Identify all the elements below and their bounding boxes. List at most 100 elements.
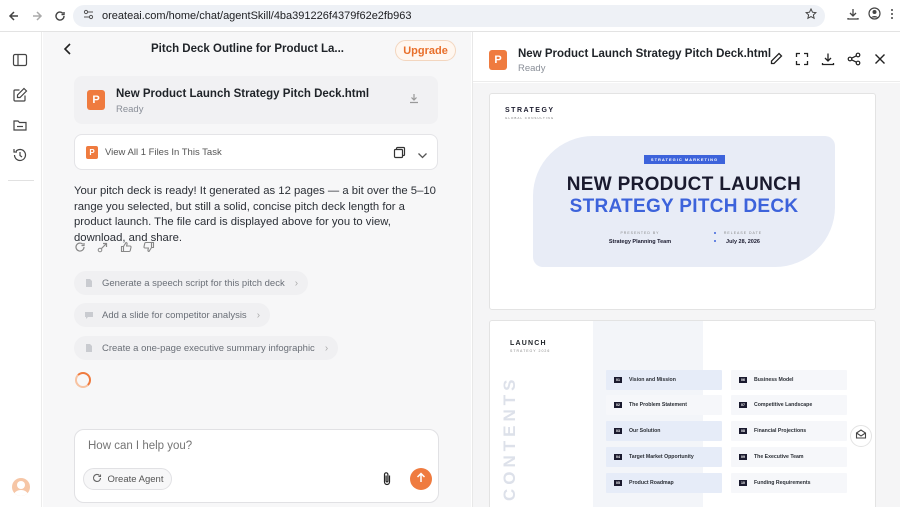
toc-number: 10 [739,480,747,486]
thumbs-down-icon[interactable] [143,240,156,253]
address-bar[interactable]: oreateai.com/home/chat/agentSkill/4ba391… [73,5,825,27]
reload-icon[interactable] [51,7,69,25]
share-icon[interactable] [97,240,110,253]
suggestion-chip[interactable]: Create a one-page executive summary info… [74,336,339,360]
slide-title-line2: STRATEGY PITCH DECK [569,196,799,217]
send-arrow-icon [416,470,426,488]
url-text[interactable]: oreateai.com/home/chat/agentSkill/4ba391… [102,10,411,22]
thumbs-up-icon[interactable] [120,240,133,253]
chat-icon [84,310,94,320]
toc-item: 09 The Executive Team [731,447,847,467]
mail-icon [855,427,867,445]
site-info-icon[interactable] [83,9,94,23]
close-icon[interactable] [873,52,887,66]
chevron-right-icon: › [256,309,261,321]
new-chat-icon[interactable] [12,87,30,105]
fullscreen-icon[interactable] [795,52,809,66]
regenerate-icon[interactable] [74,240,87,253]
agent-button-label: Oreate Agent [107,473,164,485]
chat-title: Pitch Deck Outline for Product La... [151,43,344,55]
toc-item: 10 Funding Requirements [731,473,847,493]
toc-number: 03 [614,428,622,434]
toc-number: 09 [739,454,747,460]
slide-brand-sub: STRATEGY 2026 [510,349,551,353]
back-arrow-icon[interactable] [5,7,23,25]
view-files-row[interactable]: P View All 1 Files In This Task [74,134,438,170]
toc-item: 01 Vision and Mission [606,370,722,390]
toc-label: The Executive Team [754,454,804,460]
upgrade-button[interactable]: Upgrade [395,40,456,61]
suggestion-label: Generate a speech script for this pitch … [102,277,285,289]
suggestion-label: Add a slide for competitor analysis [102,309,247,321]
download-icon[interactable] [821,52,835,66]
slides-viewer[interactable]: STRATEGY GLOBAL CONSULTING STRATEGIC MAR… [473,83,900,507]
send-button[interactable] [410,468,432,490]
chevron-right-icon: › [324,342,329,354]
chat-input[interactable] [88,440,388,452]
preview-header: P New Product Launch Strategy Pitch Deck… [473,32,900,82]
toc-number: 01 [614,377,622,383]
download-icon[interactable] [847,7,859,25]
toc-label: Our Solution [629,428,661,434]
download-icon[interactable] [408,92,424,108]
toc-item: 02 The Problem Statement [606,395,722,415]
agent-icon [92,473,102,486]
edit-icon[interactable] [769,52,783,66]
toc-label: Business Model [754,377,794,383]
toc-label: Funding Requirements [754,480,811,486]
assistant-message: Your pitch deck is ready! It generated a… [74,185,436,244]
profile-icon[interactable] [868,7,881,25]
contents-side-label: CONTENTS [500,375,519,502]
toc-item: 03 Our Solution [606,421,722,441]
avatar[interactable] [12,478,30,496]
history-icon[interactable] [12,147,30,165]
document-icon [84,343,94,353]
loading-spinner [75,372,91,388]
menu-dots-icon[interactable] [890,7,894,25]
ppt-file-icon: P [87,90,105,110]
slide-title-line1: NEW PRODUCT LAUNCH [566,174,802,195]
toc-number: 02 [614,402,622,408]
slide-hero-area: STRATEGIC MARKETING NEW PRODUCT LAUNCH S… [533,136,835,267]
copy-icon[interactable] [393,146,406,164]
toc-number: 08 [739,428,747,434]
preview-file-status: Ready [518,63,546,74]
mail-button[interactable] [850,425,872,447]
toc-label: Vision and Mission [629,377,676,383]
slide-brand: STRATEGY [505,107,555,114]
chat-panel: Pitch Deck Outline for Product La... Upg… [43,32,471,507]
chevron-down-icon[interactable] [417,148,428,166]
slide-tag: STRATEGIC MARKETING [644,155,725,164]
star-icon[interactable] [804,7,818,25]
toc-number: 07 [739,402,747,408]
forward-arrow-icon[interactable] [28,7,46,25]
sidebar-divider [8,180,34,181]
toc-label: Financial Projections [754,428,807,434]
presented-by-value: Strategy Planning Team [608,239,672,245]
toc-label: Product Roadmap [629,480,674,486]
file-name: New Product Launch Strategy Pitch Deck.h… [116,88,370,100]
release-date-value: July 28, 2026 [726,239,760,245]
share-icon[interactable] [847,52,861,66]
toc-item: 08 Financial Projections [731,421,847,441]
slide-brand-sub: GLOBAL CONSULTING [505,116,555,120]
suggestion-chip[interactable]: Generate a speech script for this pitch … [74,271,309,295]
file-status: Ready [116,104,144,115]
oreate-agent-button[interactable]: Oreate Agent [83,468,172,490]
toc-label: Competitive Landscape [754,402,813,408]
chat-input-box: Oreate Agent [74,429,439,503]
paperclip-icon[interactable] [380,471,396,487]
ppt-file-icon: P [489,50,507,70]
slide-title: STRATEGY GLOBAL CONSULTING STRATEGIC MAR… [489,93,876,310]
toc-item: 05 Product Roadmap [606,473,722,493]
sidebar-toggle-icon[interactable] [12,52,30,70]
suggestion-label: Create a one-page executive summary info… [102,342,315,354]
toc-item: 07 Competitive Landscape [731,395,847,415]
document-icon [84,278,94,288]
suggestion-chip[interactable]: Add a slide for competitor analysis › [74,303,271,327]
file-card[interactable]: P New Product Launch Strategy Pitch Deck… [74,76,438,124]
toc-label: Target Market Opportunity [629,454,694,460]
folder-icon[interactable] [12,117,30,135]
chevron-left-icon[interactable] [61,42,75,56]
browser-toolbar: oreateai.com/home/chat/agentSkill/4ba391… [0,0,900,32]
